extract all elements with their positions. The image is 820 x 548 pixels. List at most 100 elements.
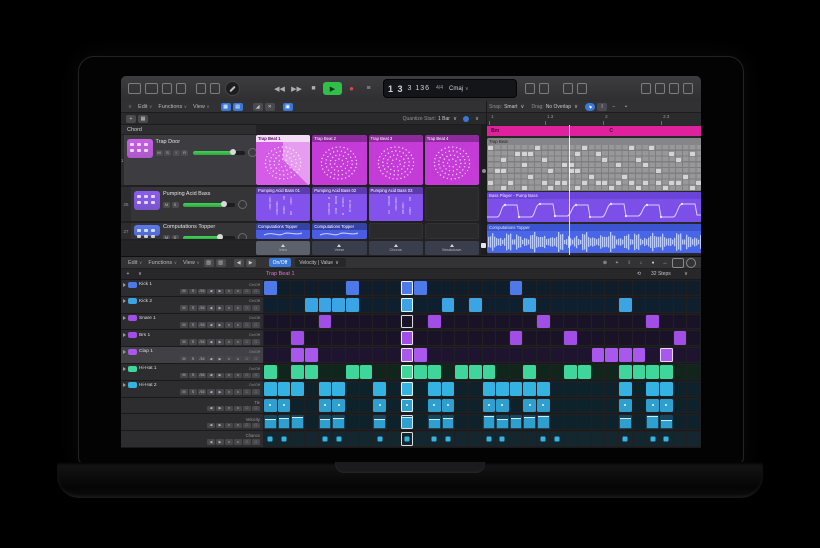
subrow-option-b-icon[interactable]: □ bbox=[252, 406, 260, 412]
row-header[interactable]: Clap 1On/OffMS/16◀▶∨∧□□ bbox=[121, 347, 263, 363]
subrow-option-a-icon[interactable]: □ bbox=[243, 439, 251, 445]
step-cell[interactable] bbox=[564, 365, 577, 379]
step-cell[interactable] bbox=[660, 331, 673, 345]
step-modifier-cell[interactable] bbox=[523, 399, 536, 413]
mixer-icon[interactable] bbox=[162, 83, 172, 94]
disclosure-triangle-icon[interactable] bbox=[123, 333, 126, 337]
edit-mode-dropdown[interactable]: Velocity | Value ∨ bbox=[295, 258, 346, 267]
loop-cell[interactable]: Computations Topper bbox=[312, 223, 366, 239]
disclosure-triangle-icon[interactable] bbox=[123, 299, 126, 303]
step-cell[interactable] bbox=[483, 298, 496, 312]
scene-trigger-1[interactable]: Intro bbox=[256, 241, 310, 255]
row-header[interactable]: Brs 1On/OffMS/16◀▶∨∧□□ bbox=[121, 330, 263, 346]
row-rotate-left-icon[interactable]: ◀ bbox=[207, 373, 215, 379]
pan-knob[interactable] bbox=[238, 233, 247, 239]
step-cell[interactable] bbox=[537, 365, 550, 379]
step-cell[interactable] bbox=[496, 315, 509, 329]
row-decrement-icon[interactable]: ∨ bbox=[225, 356, 233, 362]
step-cell[interactable] bbox=[496, 365, 509, 379]
step-modifier-cell[interactable] bbox=[442, 432, 455, 446]
step-cell[interactable] bbox=[319, 298, 332, 312]
step-cell[interactable] bbox=[510, 298, 523, 312]
step-cell[interactable] bbox=[633, 281, 646, 295]
row-rotate-left-icon[interactable]: ◀ bbox=[207, 322, 215, 328]
step-cell[interactable] bbox=[523, 365, 536, 379]
step-cell[interactable] bbox=[646, 331, 659, 345]
step-modifier-cell[interactable] bbox=[605, 399, 618, 413]
step-modifier-cell[interactable] bbox=[633, 399, 646, 413]
disclosure-triangle-icon[interactable] bbox=[123, 316, 126, 320]
step-cell[interactable] bbox=[619, 348, 632, 362]
step-cell[interactable] bbox=[592, 281, 605, 295]
step-cell[interactable] bbox=[605, 348, 618, 362]
step-modifier-cell[interactable] bbox=[660, 415, 673, 429]
step-cell[interactable] bbox=[264, 298, 277, 312]
add-track-button[interactable]: + bbox=[126, 115, 136, 123]
loop-cell-empty[interactable] bbox=[425, 187, 479, 221]
ll-menu-edit[interactable]: Edit ∨ bbox=[138, 104, 152, 110]
row-header[interactable]: Snare 1On/OffMS/16◀▶∨∧□□ bbox=[121, 314, 263, 330]
step-cell[interactable] bbox=[646, 298, 659, 312]
drag-value[interactable]: No Overlap bbox=[546, 104, 571, 110]
loop-cell[interactable]: Trap Beat 1 bbox=[256, 135, 310, 185]
step-cell[interactable] bbox=[496, 348, 509, 362]
play-button[interactable]: ▶ bbox=[323, 82, 342, 95]
row-increment-icon[interactable]: ∧ bbox=[234, 322, 242, 328]
more-dropdown-icon[interactable]: ∨ bbox=[475, 116, 479, 122]
step-cell[interactable] bbox=[674, 315, 687, 329]
solo-button[interactable]: S bbox=[172, 235, 179, 240]
step-cell[interactable] bbox=[305, 348, 318, 362]
step-modifier-cell[interactable] bbox=[496, 399, 509, 413]
row-rate-button[interactable]: /16 bbox=[198, 356, 206, 362]
subrow-increment-icon[interactable]: ∧ bbox=[234, 406, 242, 412]
step-modifier-cell[interactable] bbox=[619, 432, 632, 446]
step-cell[interactable] bbox=[578, 382, 591, 396]
step-cell[interactable] bbox=[564, 281, 577, 295]
step-cell[interactable] bbox=[387, 281, 400, 295]
row-rate-button[interactable]: /16 bbox=[198, 322, 206, 328]
step-cell[interactable] bbox=[510, 348, 523, 362]
step-cell[interactable] bbox=[578, 348, 591, 362]
step-cell[interactable] bbox=[428, 315, 441, 329]
step-modifier-cell[interactable] bbox=[442, 399, 455, 413]
step-cell[interactable] bbox=[455, 281, 468, 295]
step-cell[interactable] bbox=[401, 382, 414, 396]
step-modifier-cell[interactable] bbox=[291, 415, 304, 429]
volume-slider[interactable] bbox=[183, 203, 235, 207]
step-modifier-cell[interactable] bbox=[660, 432, 673, 446]
row-option-a-icon[interactable]: □ bbox=[243, 373, 251, 379]
step-modifier-cell[interactable] bbox=[564, 432, 577, 446]
step-cell[interactable] bbox=[414, 315, 427, 329]
row-increment-icon[interactable]: ∧ bbox=[234, 305, 242, 311]
step-cell[interactable] bbox=[551, 365, 564, 379]
region-trap-beat[interactable]: Trap Beat bbox=[487, 138, 701, 191]
volume-slider[interactable] bbox=[183, 236, 235, 240]
step-modifier-cell[interactable] bbox=[660, 399, 673, 413]
step-cell[interactable] bbox=[483, 348, 496, 362]
step-cell[interactable] bbox=[332, 348, 345, 362]
step-cell[interactable] bbox=[346, 382, 359, 396]
step-cell[interactable] bbox=[428, 382, 441, 396]
rec-enable-button[interactable]: R bbox=[181, 150, 188, 156]
row-increment-icon[interactable]: ∧ bbox=[234, 373, 242, 379]
step-modifier-cell[interactable] bbox=[346, 415, 359, 429]
step-cell[interactable] bbox=[346, 331, 359, 345]
loop-cell[interactable]: Trap Beat 3 bbox=[369, 135, 423, 185]
step-cell[interactable] bbox=[278, 298, 291, 312]
step-cell[interactable] bbox=[305, 365, 318, 379]
step-cell[interactable] bbox=[537, 298, 550, 312]
forward-button[interactable]: ▶▶ bbox=[289, 82, 304, 95]
step-modifier-cell[interactable] bbox=[428, 432, 441, 446]
step-modifier-cell[interactable] bbox=[264, 399, 277, 413]
row-option-b-icon[interactable]: □ bbox=[252, 373, 260, 379]
step-cell[interactable] bbox=[687, 298, 700, 312]
loop-cell[interactable]: Trap Beat 2 bbox=[312, 135, 366, 185]
step-modifier-cell[interactable] bbox=[455, 432, 468, 446]
scene-trigger-3[interactable]: Chorus bbox=[369, 241, 423, 255]
step-modifier-cell[interactable] bbox=[428, 415, 441, 429]
step-modifier-cell[interactable] bbox=[687, 399, 700, 413]
step-cell[interactable] bbox=[592, 365, 605, 379]
step-cell[interactable] bbox=[537, 315, 550, 329]
browsers-icon[interactable] bbox=[683, 83, 693, 94]
step-cell[interactable] bbox=[264, 281, 277, 295]
